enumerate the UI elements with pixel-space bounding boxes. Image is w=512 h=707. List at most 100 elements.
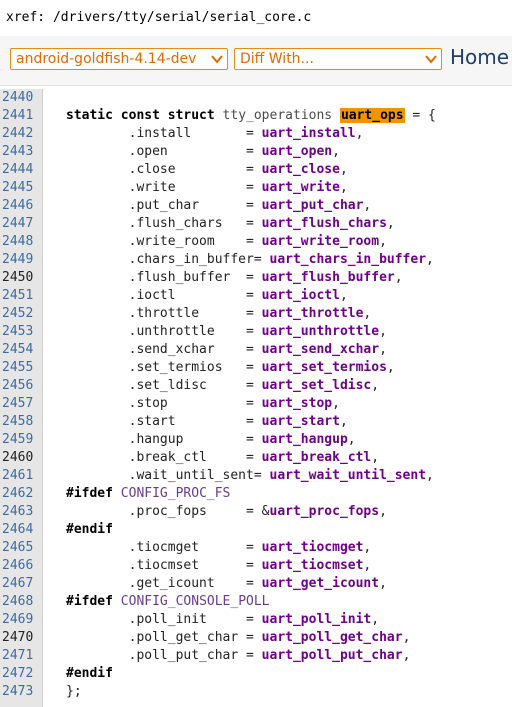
code-text: #ifdef CONFIG_CONSOLE_POLL <box>66 593 270 611</box>
line-number-link[interactable]: 2472 <box>2 665 42 683</box>
line-number-link[interactable]: 2452 <box>2 305 42 323</box>
xref-path: xref: /drivers/tty/serial/serial_core.c <box>6 10 312 25</box>
line-number-link[interactable]: 2448 <box>2 233 42 251</box>
code-line: 2465 .tiocmget = uart_tiocmget, <box>0 539 512 557</box>
symbol-link[interactable]: uart_throttle <box>262 306 364 321</box>
code-line: 2456 .set_ldisc = uart_set_ldisc, <box>0 377 512 395</box>
symbol-link[interactable]: uart_stop <box>262 396 332 411</box>
code-token: #ifdef <box>66 594 113 609</box>
line-number-link[interactable]: 2445 <box>2 179 42 197</box>
line-number-link[interactable]: 2473 <box>2 683 42 701</box>
code-text: .set_ldisc = uart_set_ldisc, <box>66 377 379 395</box>
symbol-link[interactable]: uart_open <box>262 144 332 159</box>
home-link[interactable]: Home <box>450 45 509 69</box>
symbol-link[interactable]: uart_break_ctl <box>262 450 372 465</box>
line-number-link[interactable]: 2446 <box>2 197 42 215</box>
line-number-link[interactable]: 2455 <box>2 359 42 377</box>
line-number-link[interactable]: 2466 <box>2 557 42 575</box>
code-line: 2460 .break_ctl = uart_break_ctl, <box>0 449 512 467</box>
line-number-link[interactable]: 2457 <box>2 395 42 413</box>
symbol-link[interactable]: uart_hangup <box>262 432 348 447</box>
line-number-link[interactable]: 2461 <box>2 467 42 485</box>
symbol-link[interactable]: uart_tiocmset <box>262 558 364 573</box>
code-token: .write_room = <box>66 234 262 249</box>
line-number-link[interactable]: 2447 <box>2 215 42 233</box>
symbol-link[interactable]: uart_poll_init <box>262 612 372 627</box>
code-line: 2471 .poll_put_char = uart_poll_put_char… <box>0 647 512 665</box>
code-token: .poll_init = <box>66 612 262 627</box>
line-number-link[interactable]: 2459 <box>2 431 42 449</box>
symbol-link[interactable]: uart_get_icount <box>262 576 379 591</box>
line-number-link[interactable]: 2440 <box>2 89 42 107</box>
line-number-link[interactable]: 2450 <box>2 269 42 287</box>
code-token: static const struct <box>66 108 215 123</box>
line-number-link[interactable]: 2470 <box>2 629 42 647</box>
code-text: .poll_init = uart_poll_init, <box>66 611 379 629</box>
code-token: , <box>332 144 340 159</box>
symbol-link[interactable]: uart_tiocmget <box>262 540 364 555</box>
code-token: , <box>379 504 387 519</box>
symbol-link[interactable]: CONFIG_PROC_FS <box>121 486 231 501</box>
line-number-link[interactable]: 2464 <box>2 521 42 539</box>
symbol-link[interactable]: uart_set_termios <box>262 360 387 375</box>
branch-select[interactable]: android-goldfish-4.14-dev <box>10 48 228 70</box>
line-number-link[interactable]: 2441 <box>2 107 42 125</box>
symbol-link[interactable]: uart_flush_buffer <box>262 270 395 285</box>
symbol-link[interactable]: tty_operations <box>223 108 333 123</box>
code-line: 2444 .close = uart_close, <box>0 161 512 179</box>
symbol-link[interactable]: uart_install <box>262 126 356 141</box>
line-number-link[interactable]: 2463 <box>2 503 42 521</box>
line-number-link[interactable]: 2471 <box>2 647 42 665</box>
symbol-link[interactable]: uart_write_room <box>262 234 379 249</box>
line-number-link[interactable]: 2462 <box>2 485 42 503</box>
code-line: 2470 .poll_get_char = uart_poll_get_char… <box>0 629 512 647</box>
symbol-link[interactable]: uart_chars_in_buffer <box>270 252 427 267</box>
highlighted-symbol[interactable]: uart_ops <box>339 108 405 123</box>
symbol-link[interactable]: uart_unthrottle <box>262 324 379 339</box>
symbol-link[interactable]: uart_proc_fops <box>270 504 380 519</box>
code-token: , <box>379 324 387 339</box>
line-number-link[interactable]: 2460 <box>2 449 42 467</box>
line-number-link[interactable]: 2444 <box>2 161 42 179</box>
symbol-link[interactable]: uart_wait_until_sent <box>270 468 427 483</box>
symbol-link[interactable]: uart_poll_put_char <box>262 648 403 663</box>
code-text: .break_ctl = uart_break_ctl, <box>66 449 379 467</box>
code-line: 2443 .open = uart_open, <box>0 143 512 161</box>
line-number-link[interactable]: 2456 <box>2 377 42 395</box>
code-line: 2442 .install = uart_install, <box>0 125 512 143</box>
code-text: #endif <box>66 521 113 539</box>
line-number-link[interactable]: 2465 <box>2 539 42 557</box>
symbol-link[interactable]: uart_flush_chars <box>262 216 387 231</box>
line-number-link[interactable]: 2443 <box>2 143 42 161</box>
line-number-link[interactable]: 2449 <box>2 251 42 269</box>
line-number-link[interactable]: 2467 <box>2 575 42 593</box>
symbol-link[interactable]: CONFIG_CONSOLE_POLL <box>121 594 270 609</box>
code-text: .get_icount = uart_get_icount, <box>66 575 387 593</box>
code-line: 2468 #ifdef CONFIG_CONSOLE_POLL <box>0 593 512 611</box>
symbol-link[interactable]: uart_set_ldisc <box>262 378 372 393</box>
symbol-link[interactable]: uart_poll_get_char <box>262 630 403 645</box>
line-number-link[interactable]: 2458 <box>2 413 42 431</box>
line-number-link[interactable]: 2469 <box>2 611 42 629</box>
code-token: .close = <box>66 162 262 177</box>
symbol-link[interactable]: uart_ioctl <box>262 288 340 303</box>
symbol-link[interactable]: uart_close <box>262 162 340 177</box>
line-number-link[interactable]: 2451 <box>2 287 42 305</box>
line-number-link[interactable]: 2442 <box>2 125 42 143</box>
code-token: , <box>379 234 387 249</box>
code-token: , <box>363 198 372 213</box>
line-number-link[interactable]: 2454 <box>2 341 42 359</box>
line-number-link[interactable]: 2453 <box>2 323 42 341</box>
code-line: 2458 .start = uart_start, <box>0 413 512 431</box>
line-number-link[interactable]: 2468 <box>2 593 42 611</box>
code-token: .tiocmset = <box>66 558 262 573</box>
symbol-link[interactable]: uart_start <box>262 414 340 429</box>
symbol-link[interactable]: uart_put_char <box>262 198 364 213</box>
diff-with-select[interactable]: Diff With... <box>234 48 442 70</box>
symbol-link[interactable]: uart_write <box>262 180 340 195</box>
code-token: , <box>379 342 387 357</box>
code-line: 2469 .poll_init = uart_poll_init, <box>0 611 512 629</box>
symbol-link[interactable]: uart_send_xchar <box>262 342 379 357</box>
